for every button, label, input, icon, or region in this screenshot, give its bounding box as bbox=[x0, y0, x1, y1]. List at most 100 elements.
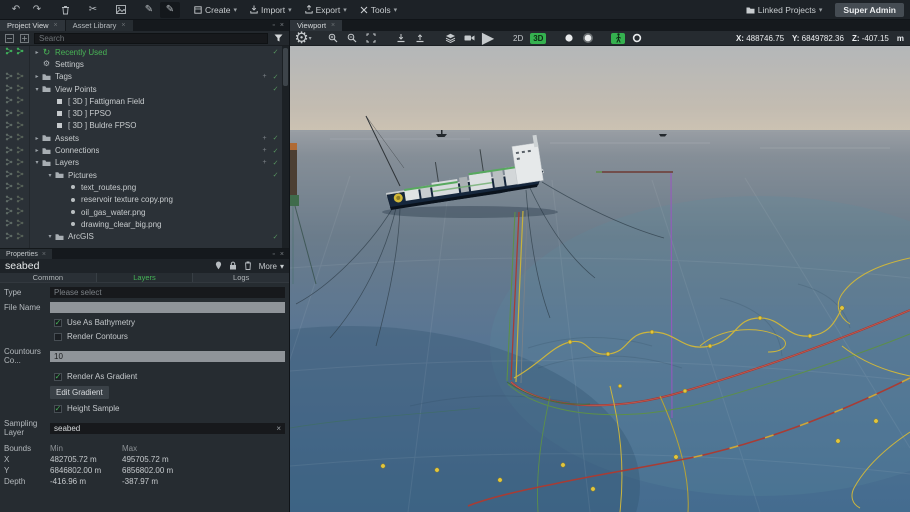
link-icon[interactable] bbox=[16, 72, 24, 82]
chevron-icon[interactable]: ▸ bbox=[33, 147, 41, 154]
more-menu[interactable]: More▾ bbox=[259, 262, 284, 271]
visibility-check-icon[interactable]: ✓ bbox=[270, 233, 281, 241]
add-icon[interactable]: + bbox=[259, 159, 270, 166]
chevron-icon[interactable]: ▾ bbox=[46, 233, 54, 240]
tree-item-view-points[interactable]: ▾View Points✓ bbox=[0, 83, 289, 95]
link-icon[interactable] bbox=[5, 158, 13, 168]
tree-item-layers[interactable]: ▾Layers+✓ bbox=[0, 157, 289, 169]
type-select[interactable]: Please select bbox=[50, 287, 285, 298]
link-icon[interactable] bbox=[5, 72, 13, 82]
orbit-mode-icon[interactable] bbox=[630, 32, 644, 44]
link-icon[interactable] bbox=[16, 121, 24, 131]
tree-item-3d-buldre-fpso[interactable]: [ 3D ] Buldre FPSO bbox=[0, 120, 289, 132]
link-icon[interactable] bbox=[5, 121, 13, 131]
chevron-icon[interactable]: ▾ bbox=[33, 86, 41, 93]
visibility-check-icon[interactable]: ✓ bbox=[270, 171, 281, 179]
checkbox[interactable] bbox=[54, 333, 62, 341]
link-icon[interactable] bbox=[5, 195, 13, 205]
render-as-gradient-row[interactable]: ✓ Render As Gradient bbox=[54, 372, 285, 381]
export-menu[interactable]: Export▾ bbox=[299, 3, 353, 17]
viewport-settings-icon[interactable]: ⚙▾ bbox=[296, 32, 310, 44]
expand-all-icon[interactable] bbox=[19, 33, 30, 44]
link-icon[interactable] bbox=[16, 232, 24, 242]
tree-item-reservoir-texture-copy-png[interactable]: reservoir texture copy.png bbox=[0, 194, 289, 206]
tab-properties[interactable]: Properties× bbox=[0, 249, 52, 259]
link-icon[interactable] bbox=[5, 146, 13, 156]
filter-icon[interactable] bbox=[272, 33, 285, 44]
close-icon[interactable]: × bbox=[331, 22, 335, 29]
measure-icon[interactable]: ✎ bbox=[160, 2, 180, 18]
link-icon[interactable] bbox=[5, 109, 13, 119]
close-icon[interactable]: × bbox=[42, 251, 46, 258]
tree-item-settings[interactable]: ⚙Settings bbox=[0, 58, 289, 70]
edit-gradient-button[interactable]: Edit Gradient bbox=[50, 386, 109, 399]
visibility-check-icon[interactable]: ✓ bbox=[270, 147, 281, 155]
linked-projects-menu[interactable]: Linked Projects▾ bbox=[740, 3, 829, 17]
link-icon[interactable] bbox=[5, 170, 13, 180]
link-icon[interactable] bbox=[16, 146, 24, 156]
chevron-icon[interactable]: ▾ bbox=[46, 172, 54, 179]
tab-logs[interactable]: Logs bbox=[193, 273, 289, 282]
image-icon[interactable] bbox=[111, 2, 131, 18]
redo-icon[interactable]: ↷ bbox=[27, 2, 47, 18]
link-icon[interactable] bbox=[16, 207, 24, 217]
add-icon[interactable]: + bbox=[259, 73, 270, 80]
maximize-icon[interactable]: ▫ bbox=[272, 22, 274, 29]
tree-item-tags[interactable]: ▸Tags+✓ bbox=[0, 71, 289, 83]
play-icon[interactable]: ▶ bbox=[481, 32, 495, 44]
tab-project-view[interactable]: Project View× bbox=[0, 20, 66, 31]
cut-icon[interactable]: ✂ bbox=[83, 2, 103, 18]
tree-item-3d-fpso[interactable]: [ 3D ] FPSO bbox=[0, 107, 289, 119]
camera-icon[interactable] bbox=[462, 32, 476, 44]
link-icon[interactable] bbox=[5, 47, 13, 57]
link-icon[interactable] bbox=[16, 96, 24, 106]
tab-common[interactable]: Common bbox=[0, 273, 97, 282]
shading-shadow-icon[interactable] bbox=[581, 32, 595, 44]
create-menu[interactable]: Create▾ bbox=[188, 3, 243, 17]
tree-scrollbar[interactable] bbox=[282, 46, 289, 248]
chevron-icon[interactable]: ▸ bbox=[33, 49, 41, 56]
project-tree[interactable]: ▸↻Recently Used✓⚙Settings▸Tags+✓▾View Po… bbox=[0, 46, 289, 248]
checkbox[interactable]: ✓ bbox=[54, 319, 62, 327]
undo-icon[interactable]: ↶ bbox=[6, 2, 26, 18]
chevron-icon[interactable]: ▾ bbox=[33, 159, 41, 166]
close-icon[interactable]: × bbox=[54, 22, 58, 29]
height-sample-row[interactable]: ✓ Height Sample bbox=[54, 404, 285, 413]
tree-item-connections[interactable]: ▸Connections+✓ bbox=[0, 144, 289, 156]
link-icon[interactable] bbox=[5, 84, 13, 94]
visibility-check-icon[interactable]: ✓ bbox=[270, 134, 281, 142]
link-icon[interactable] bbox=[16, 109, 24, 119]
zoom-out-icon[interactable] bbox=[345, 32, 359, 44]
view-3d-button[interactable]: 3D bbox=[530, 33, 546, 44]
file-name-input[interactable] bbox=[50, 302, 285, 313]
contours-count-input[interactable]: 10 bbox=[50, 351, 285, 362]
zoom-fit-icon[interactable] bbox=[364, 32, 378, 44]
link-icon[interactable] bbox=[5, 232, 13, 242]
tree-item-drawing-clear-big-png[interactable]: drawing_clear_big.png bbox=[0, 218, 289, 230]
link-icon[interactable] bbox=[16, 195, 24, 205]
3d-scene[interactable] bbox=[290, 46, 910, 512]
super-admin-button[interactable]: Super Admin bbox=[835, 3, 904, 17]
tree-item-arcgis[interactable]: ▾ArcGIS✓ bbox=[0, 230, 289, 242]
use-as-bathymetry-row[interactable]: ✓ Use As Bathymetry bbox=[54, 318, 285, 327]
add-icon[interactable]: + bbox=[259, 147, 270, 154]
chevron-icon[interactable]: ▸ bbox=[33, 135, 41, 142]
close-icon[interactable]: × bbox=[280, 22, 284, 29]
draw-icon[interactable]: ✎ bbox=[139, 2, 159, 18]
tab-asset-library[interactable]: Asset Library× bbox=[66, 20, 134, 31]
link-icon[interactable] bbox=[16, 219, 24, 229]
visibility-check-icon[interactable]: ✓ bbox=[270, 85, 281, 93]
checkbox[interactable]: ✓ bbox=[54, 405, 62, 413]
link-icon[interactable] bbox=[5, 96, 13, 106]
align-to-surface-icon[interactable] bbox=[413, 32, 427, 44]
tab-layers[interactable]: Layers bbox=[97, 273, 194, 282]
sampling-layer-input[interactable]: seabed × bbox=[50, 423, 285, 434]
walk-mode-button[interactable] bbox=[611, 33, 625, 44]
link-icon[interactable] bbox=[5, 133, 13, 143]
view-2d-button[interactable]: 2D bbox=[511, 34, 525, 43]
link-icon[interactable] bbox=[16, 84, 24, 94]
link-icon[interactable] bbox=[5, 219, 13, 229]
tree-item-text-routes-png[interactable]: text_routes.png bbox=[0, 181, 289, 193]
tree-item-oil-gas-water-png[interactable]: oil_gas_water.png bbox=[0, 206, 289, 218]
shading-flat-icon[interactable] bbox=[562, 32, 576, 44]
